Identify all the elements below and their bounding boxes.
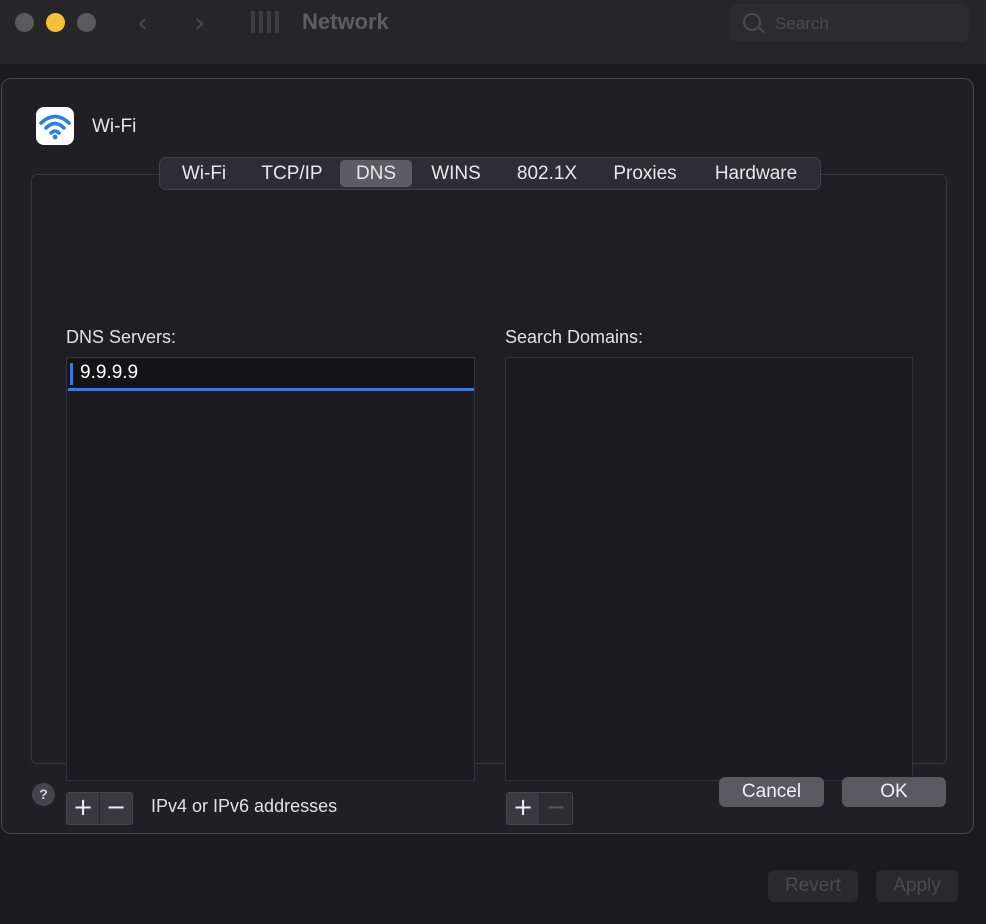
revert-button[interactable]: Revert — [768, 870, 858, 902]
search-domain-add-remove-control: + − — [506, 792, 573, 825]
chevron-right-icon[interactable]: › — [194, 6, 205, 39]
ok-button[interactable]: OK — [842, 777, 946, 807]
dns-settings-sheet: Wi-Fi DNS Servers: Search Domains: + − I… — [1, 78, 974, 834]
show-all-grid-icon[interactable] — [251, 11, 279, 33]
tab-hardware[interactable]: Hardware — [700, 160, 812, 187]
interface-name: Wi-Fi — [92, 116, 137, 137]
chevron-left-icon[interactable]: ‹ — [137, 6, 148, 39]
tab-bar: Wi-Fi TCP/IP DNS WINS 802.1X Proxies Har… — [159, 157, 821, 190]
tab-content-panel: DNS Servers: Search Domains: + − IPv4 or… — [31, 174, 947, 825]
tab-wifi[interactable]: Wi-Fi — [166, 160, 242, 187]
search-domains-label: Search Domains: — [505, 327, 644, 347]
cancel-button[interactable]: Cancel — [719, 777, 824, 807]
minimize-window-button[interactable] — [46, 13, 65, 32]
zoom-window-button[interactable] — [77, 13, 96, 32]
tab-wins[interactable]: WINS — [420, 160, 492, 187]
help-icon[interactable]: ? — [32, 783, 55, 806]
tab-tcpip[interactable]: TCP/IP — [250, 160, 334, 187]
wifi-icon — [36, 107, 74, 145]
dns-servers-label: DNS Servers: — [66, 327, 177, 347]
remove-search-domain-button: − — [539, 793, 572, 824]
add-dns-server-button[interactable]: + — [67, 793, 99, 824]
apply-button[interactable]: Apply — [876, 870, 958, 902]
search-placeholder: Search — [775, 14, 829, 33]
search-icon — [743, 13, 761, 31]
dns-servers-list[interactable] — [66, 357, 475, 781]
dns-server-entry[interactable] — [68, 359, 474, 391]
tab-dns[interactable]: DNS — [340, 160, 412, 187]
remove-dns-server-button[interactable]: − — [99, 793, 132, 824]
search-field[interactable]: Search — [729, 4, 969, 42]
dns-server-input[interactable] — [80, 361, 460, 385]
tab-proxies[interactable]: Proxies — [600, 160, 690, 187]
add-search-domain-button[interactable]: + — [507, 793, 539, 824]
tab-8021x[interactable]: 802.1X — [502, 160, 592, 187]
search-domains-list[interactable] — [505, 357, 913, 781]
window-title: Network — [302, 9, 389, 34]
window-titlebar: ‹ › Network Search — [0, 0, 986, 64]
close-window-button[interactable] — [15, 13, 34, 32]
dns-add-remove-control: + − — [66, 792, 133, 825]
dns-address-hint: IPv4 or IPv6 addresses — [151, 796, 338, 816]
